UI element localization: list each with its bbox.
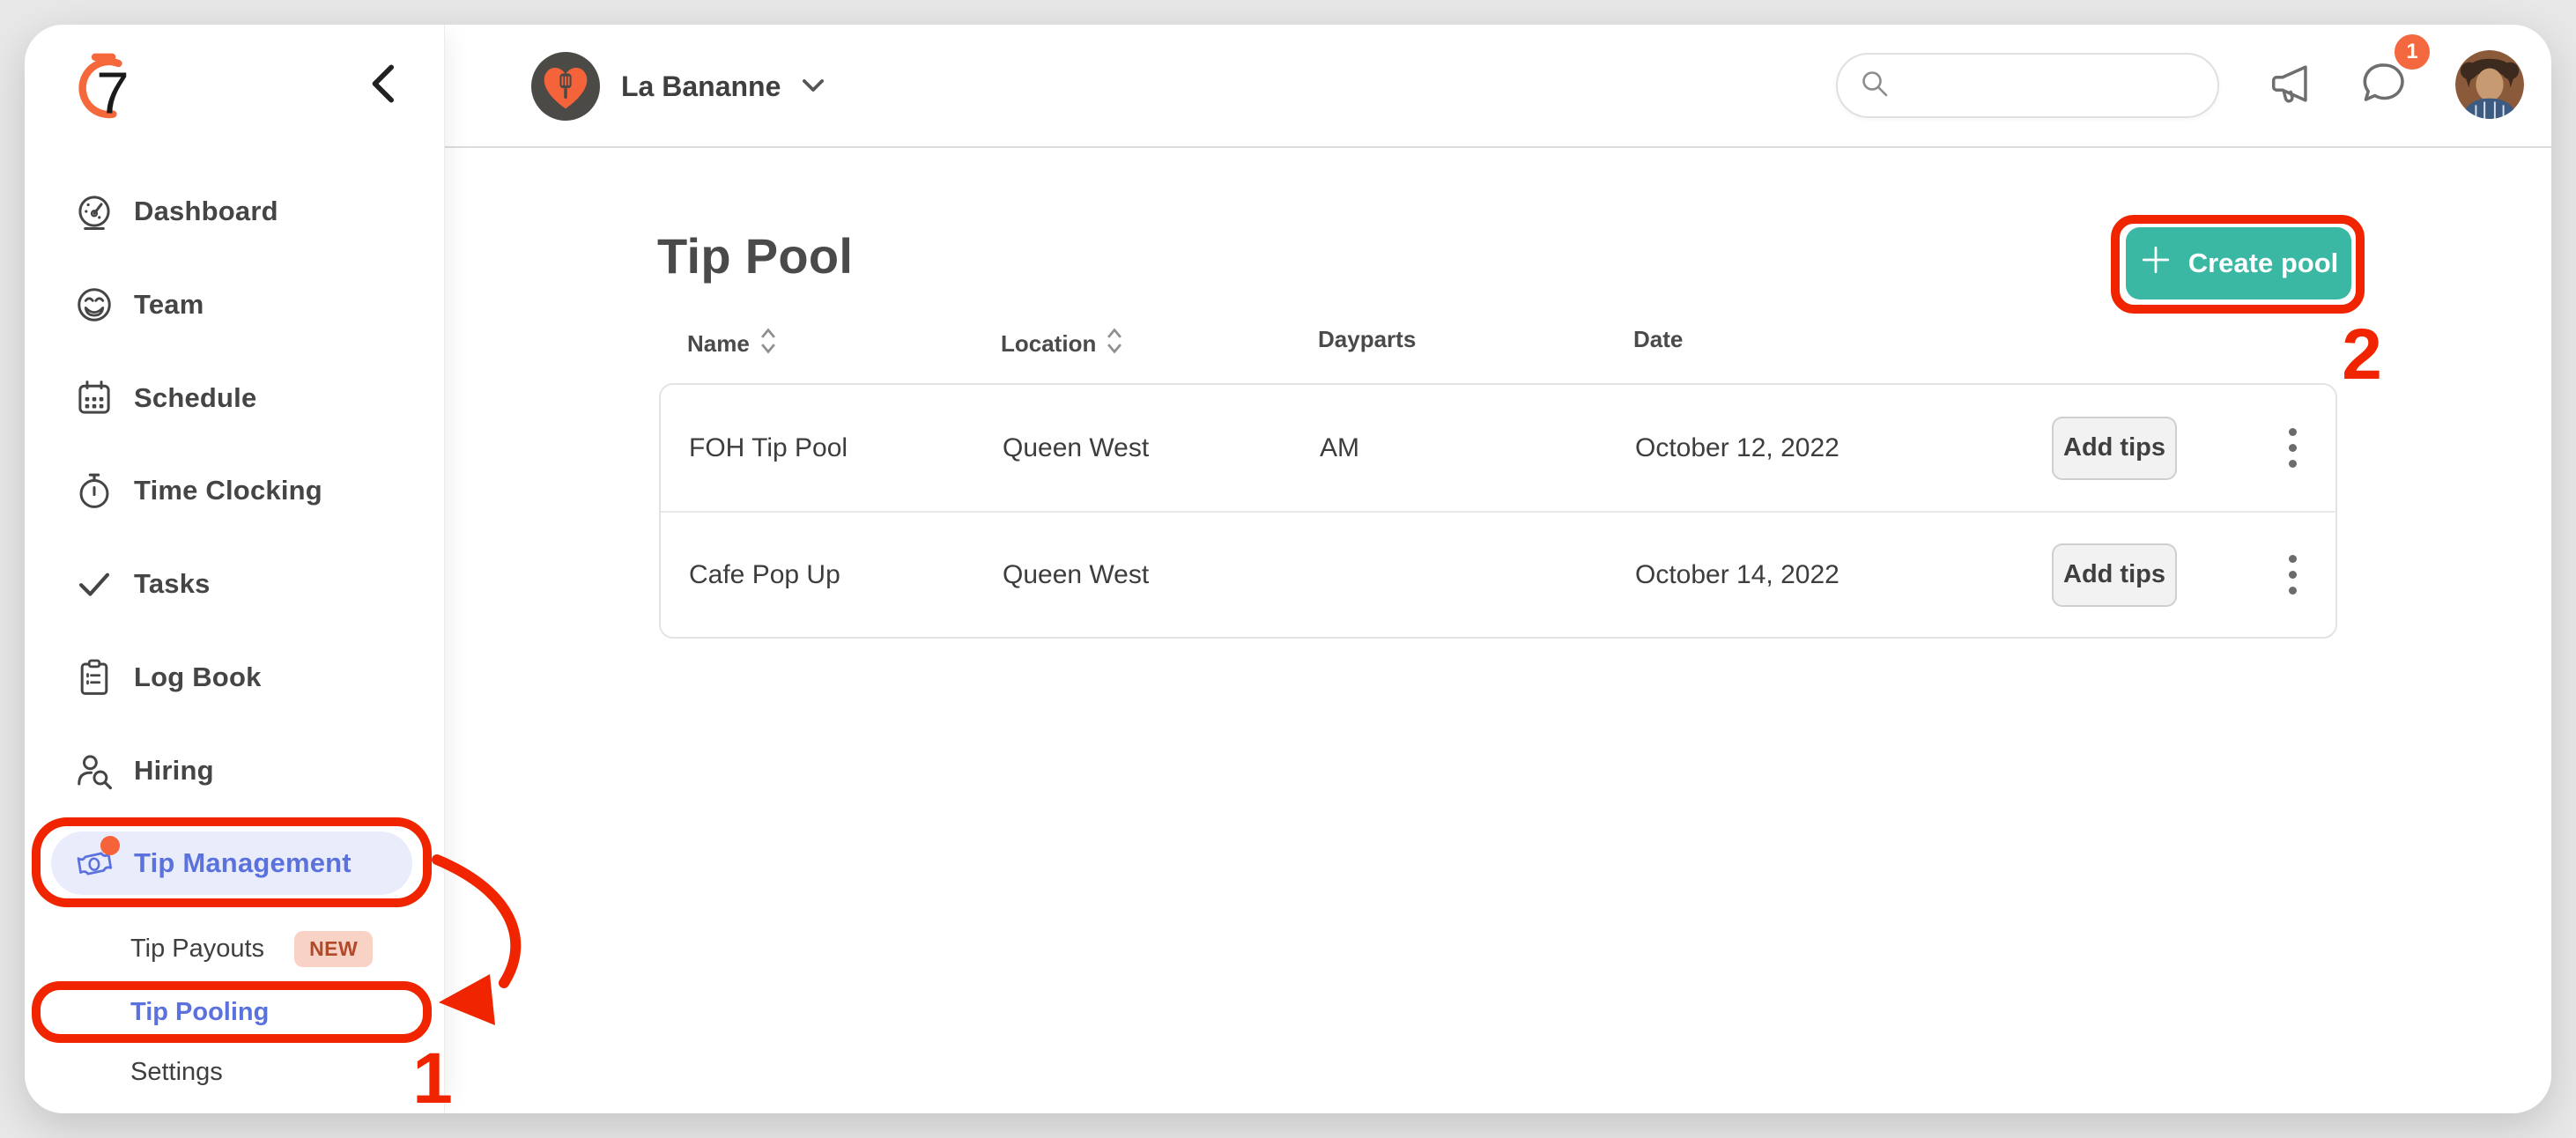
search-icon [1857, 66, 1892, 106]
column-label: Dayparts [1318, 326, 1416, 353]
user-avatar[interactable] [2455, 50, 2524, 119]
sidebar-subitem-label: Tip Payouts [130, 935, 264, 964]
column-header-location[interactable]: Location [1001, 326, 1124, 362]
sidebar-item-team[interactable]: Team [25, 273, 445, 336]
hiring-person-search-icon [74, 750, 115, 791]
cell-date: October 12, 2022 [1635, 433, 1839, 463]
main-content: Tip Pool Create pool Name Location Da [445, 150, 2551, 1113]
column-header-date: Date [1633, 326, 1683, 353]
cell-dayparts: AM [1320, 433, 1359, 463]
sidebar-item-label: Dashboard [134, 196, 278, 227]
page-title: Tip Pool [657, 227, 853, 284]
sidebar-subitem-label: Tip Pooling [130, 998, 269, 1027]
team-smiley-icon [74, 284, 115, 325]
money-bill-icon [74, 843, 115, 883]
add-tips-button[interactable]: Add tips [2052, 543, 2177, 607]
chat-notification-badge: 1 [2392, 32, 2432, 72]
create-pool-button[interactable]: Create pool [2126, 227, 2351, 299]
notification-dot [100, 836, 120, 855]
table-row: FOH Tip Pool Queen West AM October 12, 2… [661, 385, 2335, 511]
sidebar-item-label: Tip Management [134, 847, 352, 879]
checkmark-icon [74, 564, 115, 604]
row-menu-kebab-button[interactable] [2266, 413, 2319, 484]
sidebar-item-hiring[interactable]: Hiring [25, 739, 445, 802]
announcements-button[interactable] [2263, 56, 2320, 113]
sidebar-item-tip-payouts[interactable]: Tip Payouts NEW [25, 921, 445, 976]
calendar-icon [74, 378, 115, 418]
table-row: Cafe Pop Up Queen West October 14, 2022 … [661, 511, 2335, 637]
sidebar-subitem-label: Settings [130, 1058, 223, 1087]
megaphone-icon [2266, 58, 2317, 112]
topbar: La Bananne 1 [445, 25, 2551, 148]
sort-icon [759, 326, 778, 362]
sidebar-item-label: Hiring [134, 755, 214, 787]
sevenshifts-logo: 7 [63, 48, 148, 132]
row-menu-kebab-button[interactable] [2266, 540, 2319, 610]
tip-pool-table: FOH Tip Pool Queen West AM October 12, 2… [659, 383, 2337, 639]
sidebar-item-dashboard[interactable]: Dashboard [25, 180, 445, 243]
column-header-dayparts: Dayparts [1318, 326, 1416, 353]
add-tips-button[interactable]: Add tips [2052, 417, 2177, 480]
sidebar-item-tip-management[interactable]: Tip Management [51, 831, 412, 895]
column-header-name[interactable]: Name [687, 326, 778, 362]
column-label: Name [687, 330, 750, 358]
column-label: Date [1633, 326, 1683, 353]
clipboard-icon [74, 657, 115, 698]
sidebar-item-time-clocking[interactable]: Time Clocking [25, 459, 445, 522]
stopwatch-icon [74, 470, 115, 511]
company-avatar [531, 52, 600, 121]
cell-date: October 14, 2022 [1635, 560, 1839, 590]
sidebar-item-settings[interactable]: Settings [25, 1045, 445, 1099]
sidebar-item-label: Schedule [134, 382, 256, 414]
sidebar-item-tip-pooling[interactable]: Tip Pooling [25, 985, 445, 1039]
company-name: La Bananne [621, 70, 781, 103]
sort-icon [1105, 326, 1124, 362]
sidebar-item-label: Time Clocking [134, 475, 322, 506]
cell-location: Queen West [1003, 560, 1149, 590]
cell-name: Cafe Pop Up [689, 560, 840, 590]
create-pool-label: Create pool [2188, 248, 2339, 279]
dashboard-icon [74, 191, 115, 232]
cell-name: FOH Tip Pool [689, 433, 848, 463]
chevron-down-icon [802, 78, 825, 96]
cell-location: Queen West [1003, 433, 1149, 463]
sidebar-item-label: Tasks [134, 568, 211, 600]
sidebar-header: 7 [25, 25, 444, 157]
plus-icon [2139, 243, 2173, 284]
sidebar-collapse-button[interactable] [359, 62, 405, 107]
search-box [1836, 53, 2219, 118]
sidebar-item-label: Log Book [134, 661, 262, 693]
new-badge: NEW [294, 931, 373, 967]
search-input[interactable] [1905, 59, 2223, 112]
column-label: Location [1001, 330, 1096, 358]
sidebar-item-log-book[interactable]: Log Book [25, 646, 445, 709]
company-switcher[interactable]: La Bananne [531, 48, 825, 125]
sidebar-item-tasks[interactable]: Tasks [25, 552, 445, 616]
sidebar: 7 Dashboard Team [25, 25, 445, 1113]
chevron-left-icon [367, 64, 397, 106]
table-header-row: Name Location Dayparts Date [659, 326, 2337, 370]
app-window: 7 Dashboard Team [25, 25, 2551, 1113]
sidebar-item-label: Team [134, 289, 204, 321]
sidebar-item-schedule[interactable]: Schedule [25, 366, 445, 430]
logo-numeral: 7 [96, 60, 129, 126]
